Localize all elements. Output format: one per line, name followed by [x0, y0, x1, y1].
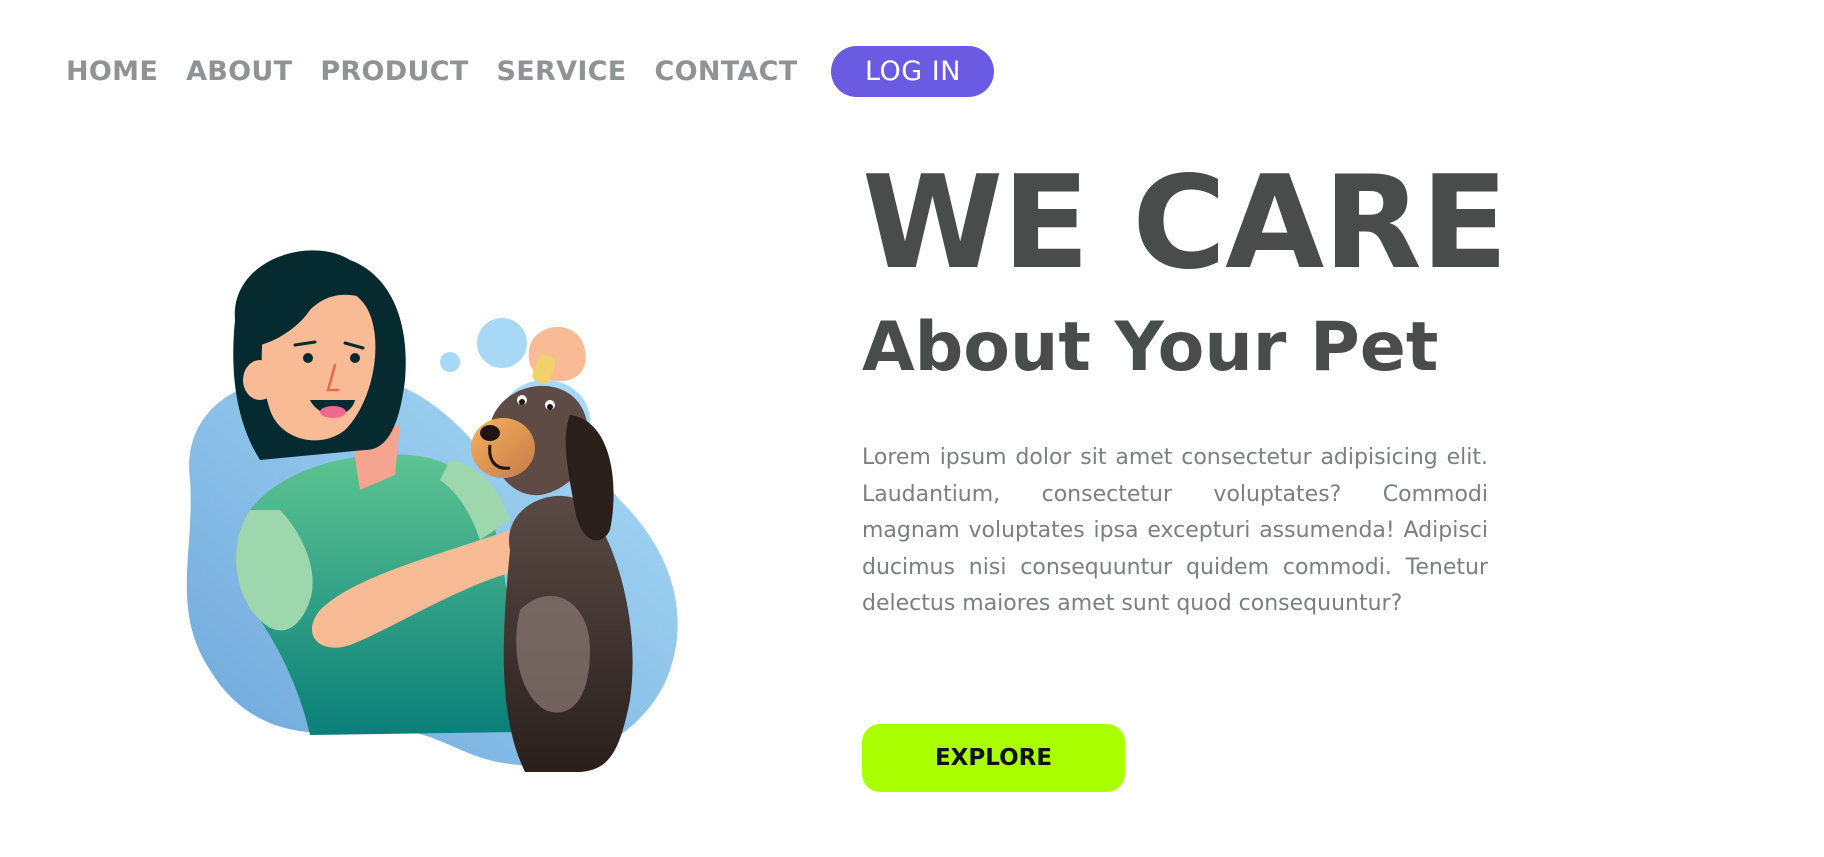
woman-eye-left [303, 353, 313, 363]
hero-description: Lorem ipsum dolor sit amet consectetur a… [862, 445, 1488, 616]
login-button[interactable]: LOG IN [831, 46, 995, 97]
hero-subtitle: About Your Pet [862, 308, 1439, 387]
hero-title: WE CARE [862, 149, 1508, 298]
bubble-large [477, 318, 527, 368]
main-nav: HOME ABOUT PRODUCT SERVICE CONTACT LOG I… [66, 46, 995, 97]
hero-section: WE CARE About Your Pet [862, 149, 1508, 387]
nav-product[interactable]: PRODUCT [320, 56, 468, 87]
nav-contact[interactable]: CONTACT [655, 56, 798, 87]
woman-eye-right [350, 353, 360, 363]
nav-about[interactable]: ABOUT [186, 56, 292, 87]
pet-care-illustration [186, 250, 678, 772]
dog-nose [480, 425, 500, 441]
bubble-small [440, 352, 460, 372]
explore-button[interactable]: EXPLORE [862, 724, 1125, 792]
nav-home[interactable]: HOME [66, 56, 158, 87]
nav-service[interactable]: SERVICE [497, 56, 627, 87]
woman-tongue [320, 406, 346, 418]
woman-ear [243, 360, 277, 400]
